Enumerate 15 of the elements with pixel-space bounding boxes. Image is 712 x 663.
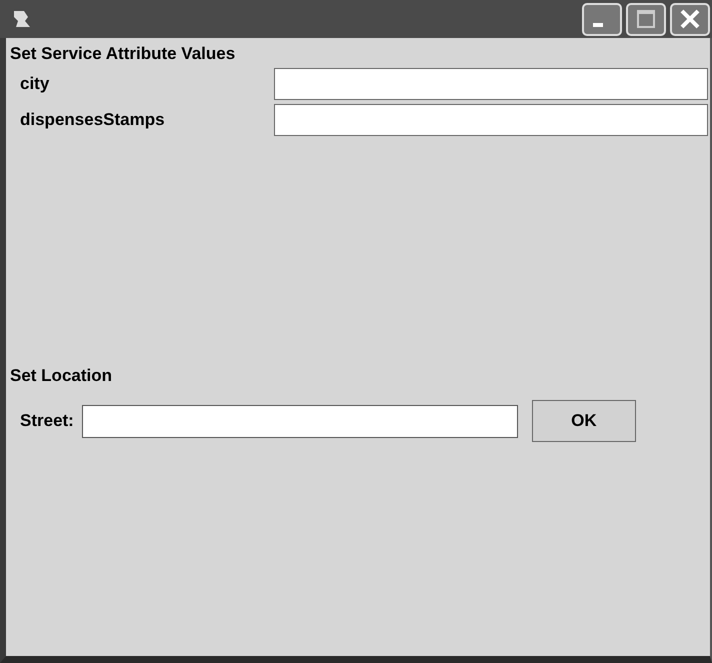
input-field[interactable] [274,68,708,100]
section-title: Set Service Attribute Values [10,44,236,64]
close-icon [678,7,702,31]
section-title: Set Location [10,366,114,386]
field-label: city [19,74,50,94]
ok-button[interactable]: OK [532,400,636,442]
maximize-button[interactable] [626,2,666,36]
maximize-icon [634,7,658,31]
input-field[interactable] [274,104,708,136]
field-label: Street: [20,411,74,431]
field-label: dispensesStamps [19,110,166,130]
street-field[interactable] [82,404,518,438]
close-button[interactable] [670,2,710,36]
minimize-icon [593,23,603,27]
minimize-button[interactable] [582,2,622,36]
